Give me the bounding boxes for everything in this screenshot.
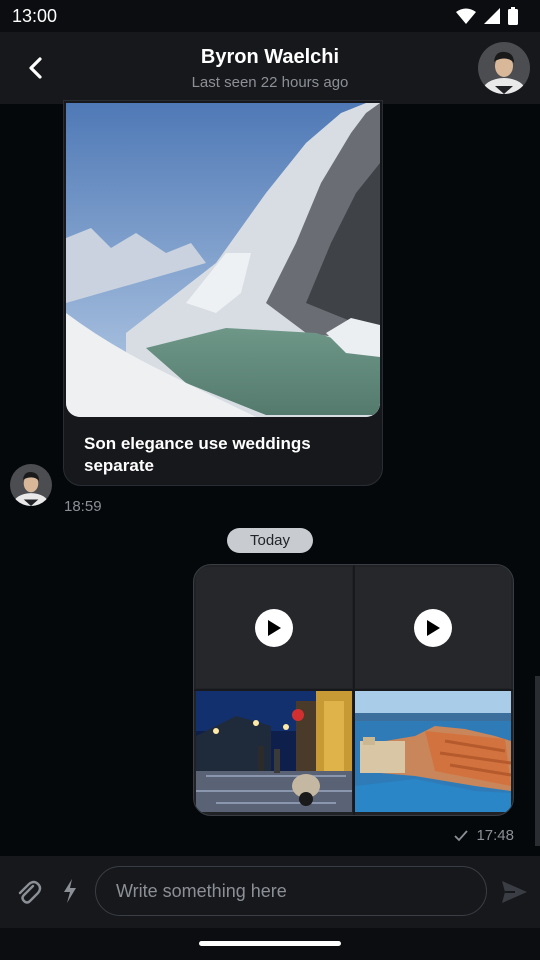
date-separator: Today	[227, 528, 313, 553]
contact-avatar[interactable]	[478, 42, 530, 94]
status-bar: 13:00	[0, 0, 540, 32]
message-caption: Son elegance use weddings separate	[84, 434, 311, 475]
signal-icon	[484, 8, 500, 24]
lightning-icon	[64, 879, 76, 903]
coastal-city-photo[interactable]	[355, 691, 511, 812]
play-icon[interactable]	[414, 609, 452, 647]
wifi-icon	[456, 8, 476, 24]
contact-name: Byron Waelchi	[200, 46, 340, 68]
attach-button[interactable]	[14, 878, 42, 906]
checkmark-icon	[454, 829, 469, 841]
night-street-photo[interactable]	[196, 691, 352, 812]
video-thumbnail[interactable]	[196, 567, 352, 688]
chat-header: Byron Waelchi Last seen 22 hours ago	[0, 32, 540, 104]
quick-reply-button[interactable]	[60, 878, 80, 904]
outgoing-message-time: 17:48	[476, 827, 514, 844]
message-input[interactable]	[95, 866, 487, 916]
video-thumbnail[interactable]	[355, 567, 511, 688]
status-icons	[456, 7, 518, 25]
home-indicator[interactable]	[199, 941, 341, 946]
sender-avatar[interactable]	[10, 464, 52, 506]
back-button[interactable]	[18, 50, 54, 86]
system-nav-bar	[0, 928, 540, 960]
mountain-lake-photo[interactable]	[66, 103, 380, 417]
media-divider	[194, 689, 513, 691]
play-icon[interactable]	[255, 609, 293, 647]
incoming-message-bubble[interactable]: Son elegance use weddings separate	[63, 100, 383, 486]
chat-scrollbar[interactable]	[535, 676, 540, 846]
incoming-message-time: 18:59	[64, 498, 102, 515]
chevron-left-icon	[29, 57, 42, 79]
paperclip-icon	[18, 880, 42, 904]
status-time: 13:00	[12, 6, 58, 26]
last-seen-status: Last seen 22 hours ago	[191, 74, 349, 91]
send-button[interactable]	[500, 878, 528, 906]
outgoing-message-meta: 17:48	[454, 827, 514, 844]
send-icon	[502, 881, 527, 903]
outgoing-media-bubble[interactable]	[193, 564, 514, 816]
battery-icon	[508, 7, 518, 25]
message-composer	[0, 856, 540, 928]
